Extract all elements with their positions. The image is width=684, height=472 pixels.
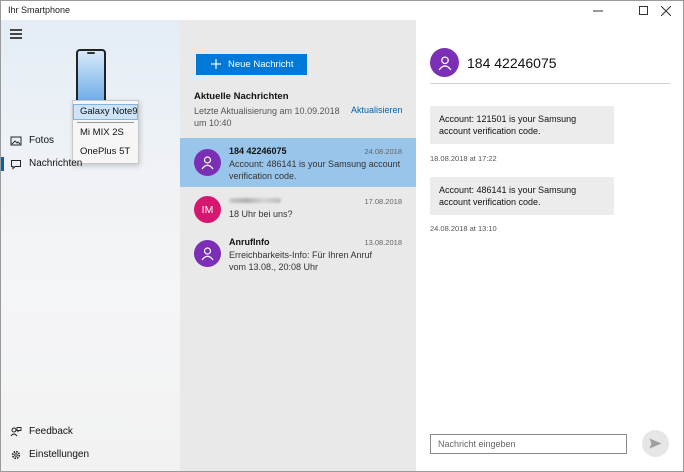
message-timestamp: 18.08.2018 at 17:22 xyxy=(430,154,497,163)
nav-label-einstellungen: Einstellungen xyxy=(29,449,90,460)
conversation-date: 13.08.2018 xyxy=(364,238,402,247)
close-icon xyxy=(661,5,671,16)
message-bubble: Account: 486141 is your Samsung account … xyxy=(430,177,614,215)
device-option-galaxy-note9[interactable]: Galaxy Note9 xyxy=(73,104,138,120)
active-indicator xyxy=(1,157,4,171)
conversation-date: 24.08.2018 xyxy=(364,147,402,156)
maximize-icon xyxy=(638,6,648,15)
plus-icon xyxy=(211,59,221,69)
conversation-name: 184 42246075 xyxy=(229,146,287,156)
conversation-item[interactable]: AnrufInfo 13.08.2018 Erreichbarkeits-Inf… xyxy=(180,229,416,289)
title-bar: Ihr Smartphone xyxy=(1,1,683,20)
new-message-button[interactable]: Neue Nachricht xyxy=(196,54,307,75)
refresh-link[interactable]: Aktualisieren xyxy=(351,105,403,115)
dropdown-divider xyxy=(77,122,134,123)
avatar xyxy=(194,149,221,176)
nav-label-feedback: Feedback xyxy=(29,426,73,437)
window-title: Ihr Smartphone xyxy=(8,5,71,15)
nav-label-fotos: Fotos xyxy=(29,135,55,146)
conversation-snippet: 18 Uhr bei uns? xyxy=(229,209,293,219)
person-icon xyxy=(438,55,451,70)
send-button[interactable] xyxy=(642,430,669,457)
conversation-snippet: Erreichbarkeits-Info: Für Ihren Anruf vo… xyxy=(229,250,373,272)
avatar-initials: IM xyxy=(194,196,221,223)
conversation-date: 17.08.2018 xyxy=(364,197,402,206)
gear-icon xyxy=(11,450,21,460)
avatar xyxy=(194,240,221,267)
person-icon xyxy=(201,247,214,261)
conversation-list-pane: Neue Nachricht Aktuelle Nachrichten Letz… xyxy=(180,20,416,471)
hamburger-icon[interactable] xyxy=(10,29,22,39)
header-divider xyxy=(430,83,670,84)
message-bubble: Account: 121501 is your Samsung account … xyxy=(430,106,614,144)
recent-messages-title: Aktuelle Nachrichten xyxy=(194,91,289,102)
conversation-name: AnrufInfo xyxy=(229,237,270,247)
photo-icon xyxy=(10,136,22,146)
message-input[interactable] xyxy=(431,435,626,453)
message-detail-pane: 184 42246075 Account: 121501 is your Sam… xyxy=(416,20,683,471)
nav-item-nachrichten[interactable]: Nachrichten xyxy=(1,153,180,175)
person-icon xyxy=(201,156,214,170)
conversation-item[interactable]: 184 42246075 24.08.2018 Account: 486141 … xyxy=(180,138,416,187)
last-updated-text: Letzte Aktualisierung am 10.09.2018 um 1… xyxy=(194,106,340,128)
minimize-button[interactable] xyxy=(581,1,615,20)
side-nav: Galaxy Note9 Mi MIX 2S OnePlus 5T Fotos … xyxy=(1,20,180,471)
nav-item-feedback[interactable]: Feedback xyxy=(1,421,180,443)
conversation-snippet: Account: 486141 is your Samsung account … xyxy=(229,159,401,181)
message-timestamp: 24.08.2018 at 13:10 xyxy=(430,224,497,233)
contact-number: 184 42246075 xyxy=(467,55,557,71)
new-message-label: Neue Nachricht xyxy=(228,59,294,70)
send-icon xyxy=(649,438,662,449)
close-button[interactable] xyxy=(649,1,683,20)
message-icon xyxy=(11,160,21,170)
contact-avatar xyxy=(430,48,459,77)
redacted-name xyxy=(229,198,281,203)
nav-label-nachrichten: Nachrichten xyxy=(29,158,83,169)
nav-item-fotos[interactable]: Fotos xyxy=(1,130,180,152)
message-input-box xyxy=(430,434,627,454)
nav-item-einstellungen[interactable]: Einstellungen xyxy=(1,444,180,466)
minimize-icon xyxy=(593,10,603,11)
feedback-icon xyxy=(10,427,22,437)
app-window: Ihr Smartphone Galaxy Note9 Mi MIX 2S On… xyxy=(0,0,684,472)
